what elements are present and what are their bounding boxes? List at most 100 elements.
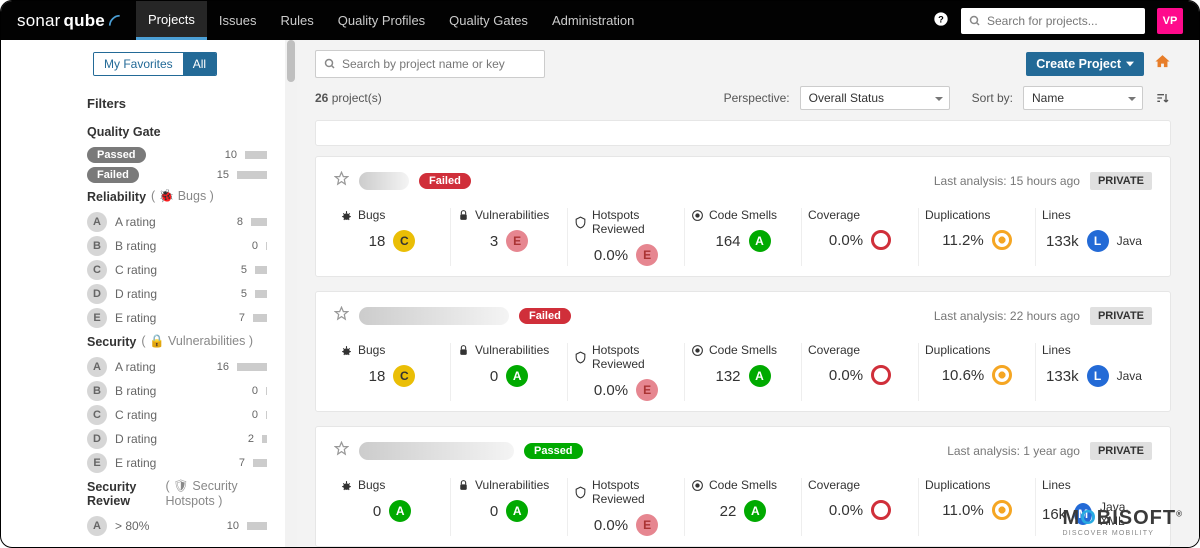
user-avatar[interactable]: VP [1157,8,1183,34]
facet-row[interactable]: DD rating2 [87,429,267,449]
project-card: FailedLast analysis: 22 hours agoPRIVATE… [315,291,1171,412]
coverage-ring-icon [992,230,1012,250]
topbar: sonarqube ProjectsIssuesRulesQuality Pro… [1,1,1199,40]
project-card: FailedLast analysis: 15 hours agoPRIVATE… [315,156,1171,277]
grade-badge: A [506,500,528,522]
facet-bar [247,522,267,530]
facet-bar [255,266,267,274]
facet-heading[interactable]: Quality Gate [87,125,267,139]
brand-a: sonar [17,11,61,31]
grade-badge: L [1087,230,1109,252]
sidebar-scrollbar[interactable] [285,40,297,548]
coverage-ring-icon [871,230,891,250]
project-name[interactable] [359,307,509,325]
facet-row[interactable]: DD rating5 [87,284,267,304]
project-card: PassedLast analysis: 1 year agoPRIVATEBu… [315,426,1171,547]
sort-direction-icon[interactable] [1153,89,1171,107]
nav-projects[interactable]: Projects [136,1,207,40]
facet-row[interactable]: A> 80%10 [87,516,267,536]
rating-badge: C [87,405,107,425]
facet-bar [253,459,267,467]
grade-badge: E [636,244,658,266]
language: Java [1117,234,1142,248]
facet-bar [237,171,267,179]
home-icon[interactable] [1154,53,1171,75]
facet-row[interactable]: AA rating8 [87,212,267,232]
sidebar-tab-my-favorites[interactable]: My Favorites [94,53,183,75]
project-name[interactable] [359,442,514,460]
facet-row[interactable]: BB rating0 [87,381,267,401]
favorite-star-icon[interactable] [334,171,349,190]
nav-issues[interactable]: Issues [207,1,269,40]
nav-administration[interactable]: Administration [540,1,646,40]
rating-badge: B [87,236,107,256]
sidebar-tab-all[interactable]: All [183,53,216,75]
favorite-star-icon[interactable] [334,306,349,325]
facet-bar [255,290,267,298]
facet-bar [266,387,267,395]
target-icon [691,479,704,492]
shield-icon [574,216,587,229]
global-search-placeholder: Search for projects... [987,14,1098,28]
grade-badge: E [636,379,658,401]
grade-badge: L [1087,365,1109,387]
facet-row[interactable]: EE rating7 [87,453,267,473]
target-icon [691,209,704,222]
facet-row[interactable]: AA rating16 [87,357,267,377]
global-search[interactable]: Search for projects... [961,8,1145,34]
facet-bar [266,411,267,419]
facet-bar [253,314,267,322]
facet-row[interactable]: CC rating5 [87,260,267,280]
nav-quality-gates[interactable]: Quality Gates [437,1,540,40]
facet-heading[interactable]: Security Review ( 🛡 Security Hotspots ) [87,479,267,508]
filters-heading: Filters [87,96,267,111]
facet-bar [251,218,267,226]
project-search-placeholder: Search by project name or key [342,57,505,71]
nav-quality-profiles[interactable]: Quality Profiles [326,1,437,40]
mobisoft-logo: MOBISOFT® DISCOVER MOBILITY [1063,507,1183,537]
sort-select[interactable]: Name [1023,86,1143,110]
quality-gate-badge: Failed [419,173,471,189]
help-icon[interactable]: ? [933,11,949,31]
target-icon [691,344,704,357]
project-card-peek-top [315,120,1171,146]
facet-row[interactable]: Failed15 [87,167,267,183]
create-project-button[interactable]: Create Project [1026,52,1144,76]
content: Search by project name or key Create Pro… [297,40,1199,548]
quality-gate-badge: Passed [524,443,583,459]
project-search[interactable]: Search by project name or key [315,50,545,78]
facet-heading[interactable]: Security ( 🔒 Vulnerabilities ) [87,334,267,349]
sidebar-tabs: My FavoritesAll [93,52,217,76]
shield-icon [574,351,587,364]
perspective-label: Perspective: [724,91,790,105]
facet-bar [266,242,267,250]
svg-text:?: ? [938,14,944,24]
favorite-star-icon[interactable] [334,441,349,460]
facet-row[interactable]: Passed10 [87,147,267,163]
grade-badge: A [744,500,766,522]
rating-badge: A [87,357,107,377]
status-pill: Passed [87,147,146,163]
rating-badge: A [87,516,107,536]
main-nav: ProjectsIssuesRulesQuality ProfilesQuali… [136,1,646,40]
last-analysis: Last analysis: 22 hours ago [934,309,1080,323]
facet-row[interactable]: CC rating0 [87,405,267,425]
rating-badge: D [87,284,107,304]
facet-row[interactable]: EE rating7 [87,308,267,328]
brand[interactable]: sonarqube [17,11,122,31]
facet-bar [245,151,267,159]
perspective-select[interactable]: Overall Status [800,86,950,110]
facet-bar [262,435,267,443]
project-name[interactable] [359,172,409,190]
facet-row[interactable]: BB rating0 [87,236,267,256]
sidebar: My FavoritesAll Filters Quality Gate Pass… [1,40,285,548]
facet-heading[interactable]: Reliability ( 🐞 Bugs ) [87,189,267,204]
nav-rules[interactable]: Rules [269,1,326,40]
grade-badge: C [393,365,415,387]
quality-gate-badge: Failed [519,308,571,324]
bug-icon [340,209,353,222]
project-count: 26 project(s) [315,91,382,105]
grade-badge: E [506,230,528,252]
lock-icon [457,479,470,492]
grade-badge: E [636,514,658,536]
